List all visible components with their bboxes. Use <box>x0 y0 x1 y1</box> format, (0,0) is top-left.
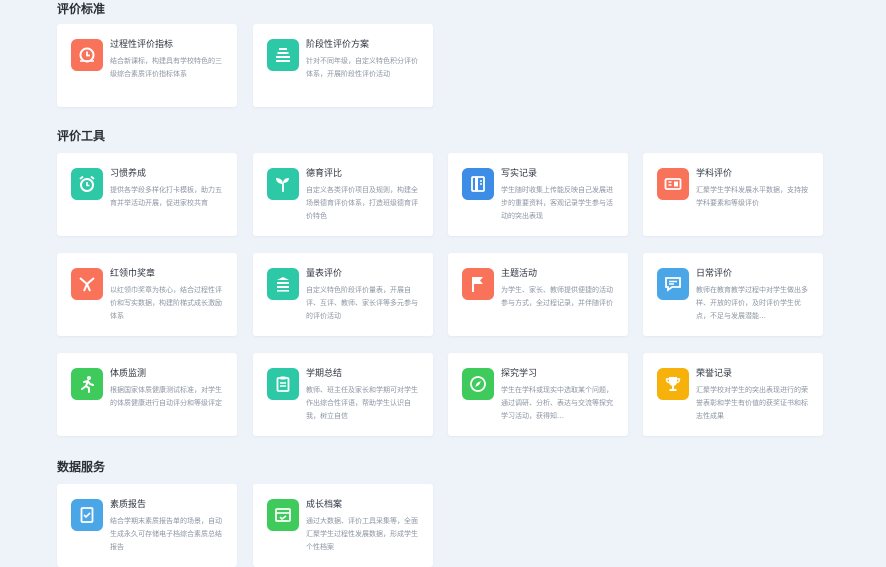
card-description: 自定义特色阶段评价量表，开展自评、互评、教师、家长评等多元参与的评价活动 <box>306 286 418 320</box>
card-description: 为学生、家长、教师提供便捷的活动参与方式，全过程记录，并伴随评价 <box>501 286 613 307</box>
archive-icon <box>267 499 299 531</box>
section-title-standards: 评价标准 <box>57 2 106 16</box>
compass-icon <box>462 368 494 400</box>
notebook-icon <box>462 168 494 200</box>
tool-card[interactable]: 习惯养成提供各学段多样化打卡模板，助力五育并举活动开展，促进家校共育 <box>57 153 237 236</box>
card-title: 体质监测 <box>110 369 147 379</box>
card-description: 通过大数据、评价工具采集等，全面汇聚学生过程性发展数据，形成学生个性档案 <box>306 517 418 551</box>
tool-card[interactable]: 素质报告结合学期末素质报告单的场景，自动生成永久可存储电子档综合素质总结报告 <box>57 484 237 567</box>
card-description: 汇聚学生学科发展水平数据，支持按学科要素和等级评价 <box>696 186 808 207</box>
clipboard-icon <box>267 368 299 400</box>
card-title: 探究学习 <box>501 369 538 379</box>
tool-card[interactable]: 阶段性评价方案针对不同年级，自定义特色积分评价体系，开展阶段性评价活动 <box>253 24 433 107</box>
card-description: 针对不同年级，自定义特色积分评价体系，开展阶段性评价活动 <box>306 57 418 78</box>
card-title: 过程性评价指标 <box>110 40 174 50</box>
card-title: 素质报告 <box>110 500 147 510</box>
card-title: 习惯养成 <box>110 169 147 179</box>
card-description: 学生随时收集上传能反映自己发展进步的重要资料，客观记录学生参与活动的突出表现 <box>501 186 613 220</box>
card-title: 写实记录 <box>501 169 538 179</box>
tool-card[interactable]: 红领巾奖章以红领巾奖章为核心，结合过程性评价和写实数据，构建阶梯式成长激励体系 <box>57 253 237 336</box>
tool-card[interactable]: 探究学习学生在学科或现实中选取某个问题，通过调研、分析、表达与交流等探究学习活动… <box>448 353 628 436</box>
tool-card[interactable]: 过程性评价指标结合新课标，构建具有学校特色的三级综合素质评价指标体系 <box>57 24 237 107</box>
card-title: 红领巾奖章 <box>110 269 156 279</box>
sprout-icon <box>267 168 299 200</box>
tool-card[interactable]: 成长档案通过大数据、评价工具采集等，全面汇聚学生过程性发展数据，形成学生个性档案 <box>253 484 433 567</box>
chat-icon <box>657 268 689 300</box>
card-title: 学期总结 <box>306 369 343 379</box>
card-title: 阶段性评价方案 <box>306 40 370 50</box>
runner-icon <box>71 368 103 400</box>
flag-icon <box>462 268 494 300</box>
card-title: 日常评价 <box>696 269 733 279</box>
card-description: 以红领巾奖章为核心，结合过程性评价和写实数据，构建阶梯式成长激励体系 <box>110 286 222 320</box>
card-description: 自定义各类评价项目及规则，构建全场景德育评价体系，打造班级德育评价特色 <box>306 186 418 220</box>
trophy-icon <box>657 368 689 400</box>
report-icon <box>71 499 103 531</box>
card-title: 学科评价 <box>696 169 733 179</box>
card-description: 汇聚学校对学生的突出表现进行的荣誉表彰和学生有价值的获奖证书和标志性成果 <box>696 386 808 420</box>
tool-card[interactable]: 德育评比自定义各类评价项目及规则，构建全场景德育评价体系，打造班级德育评价特色 <box>253 153 433 236</box>
alarm-clock-icon <box>71 168 103 200</box>
card-description: 教师、班主任及家长和学期可对学生作出综合性评语，帮助学生认识自我，树立自信 <box>306 386 418 420</box>
card-title: 量表评价 <box>306 269 343 279</box>
tool-card[interactable]: 学期总结教师、班主任及家长和学期可对学生作出综合性评语，帮助学生认识自我，树立自… <box>253 353 433 436</box>
card-description: 结合学期末素质报告单的场景，自动生成永久可存储电子档综合素质总结报告 <box>110 517 222 551</box>
tool-card[interactable]: 主题活动为学生、家长、教师提供便捷的活动参与方式，全过程记录，并伴随评价 <box>448 253 628 336</box>
card-title: 荣誉记录 <box>696 369 733 379</box>
card-title: 成长档案 <box>306 500 343 510</box>
tool-card[interactable]: 荣誉记录汇聚学校对学生的突出表现进行的荣誉表彰和学生有价值的获奖证书和标志性成果 <box>643 353 823 436</box>
scarf-icon <box>71 268 103 300</box>
tool-card[interactable]: 体质监测根据国家体质健康测试标准，对学生的体质健康进行自动评分和等级评定 <box>57 353 237 436</box>
clock-arrow-icon <box>71 39 103 71</box>
tool-card[interactable]: 学科评价汇聚学生学科发展水平数据，支持按学科要素和等级评价 <box>643 153 823 236</box>
tool-card[interactable]: 写实记录学生随时收集上传能反映自己发展进步的重要资料，客观记录学生参与活动的突出… <box>448 153 628 236</box>
section-title-services: 数据服务 <box>57 460 106 474</box>
card-description: 结合新课标，构建具有学校特色的三级综合素质评价指标体系 <box>110 57 222 78</box>
layers-icon <box>267 39 299 71</box>
subject-card-icon <box>657 168 689 200</box>
card-description: 根据国家体质健康测试标准，对学生的体质健康进行自动评分和等级评定 <box>110 386 222 407</box>
card-description: 学生在学科或现实中选取某个问题，通过调研、分析、表达与交流等探究学习活动，获得知… <box>501 386 613 420</box>
card-description: 提供各学段多样化打卡模板，助力五育并举活动开展，促进家校共育 <box>110 186 222 207</box>
card-title: 主题活动 <box>501 269 538 279</box>
card-title: 德育评比 <box>306 169 343 179</box>
section-title-tools: 评价工具 <box>57 129 106 143</box>
tool-card[interactable]: 日常评价教师在教育教学过程中对学生做出多样、开放的评价，及时评价学生优点，不足与… <box>643 253 823 336</box>
card-description: 教师在教育教学过程中对学生做出多样、开放的评价，及时评价学生优点，不足与发展潜能… <box>696 286 808 320</box>
stack-icon <box>267 268 299 300</box>
tool-card[interactable]: 量表评价自定义特色阶段评价量表，开展自评、互评、教师、家长评等多元参与的评价活动 <box>253 253 433 336</box>
